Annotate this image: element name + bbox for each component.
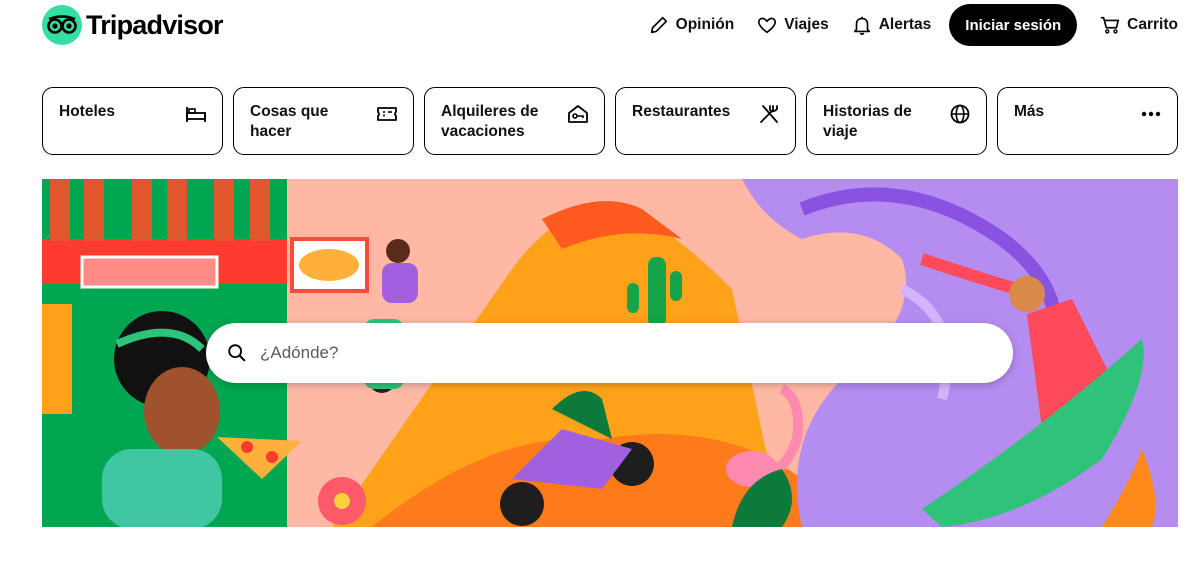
- cart-label: Carrito: [1127, 16, 1178, 33]
- house-key-icon: [568, 105, 588, 123]
- top-nav: Opinión Viajes Alertas Iniciar sesión Ca…: [626, 4, 1178, 46]
- category-label: Restaurantes: [632, 103, 731, 120]
- brand-name: Tripadvisor: [86, 9, 224, 40]
- search-bar[interactable]: [206, 323, 1013, 383]
- category-label: Más: [1014, 103, 1045, 120]
- bell-icon: [853, 16, 870, 35]
- globe-icon: [950, 104, 970, 124]
- cart-icon: [1101, 16, 1120, 34]
- alerts-label: Alertas: [878, 16, 932, 33]
- category-travel-stories[interactable]: Historias de viaje: [806, 87, 987, 155]
- category-restaurants[interactable]: Restaurantes: [615, 87, 796, 155]
- category-label: Cosas que hacer: [250, 103, 329, 140]
- bed-icon: [186, 107, 206, 122]
- review-link[interactable]: Opinión: [648, 14, 735, 36]
- category-more[interactable]: Más: [997, 87, 1178, 155]
- review-label: Opinión: [675, 16, 735, 33]
- trips-link[interactable]: Viajes: [756, 14, 829, 36]
- owl-logo-icon: [42, 5, 82, 45]
- category-label: Historias de viaje: [823, 103, 912, 140]
- cart-link[interactable]: Carrito: [1099, 14, 1178, 36]
- top-header: Tripadvisor Opinión Viajes Alertas Inici…: [0, 0, 1202, 52]
- trips-label: Viajes: [784, 16, 829, 33]
- category-label: Alquileres de vacaciones: [441, 103, 539, 140]
- search-icon: [228, 344, 246, 362]
- signin-button[interactable]: Iniciar sesión: [949, 4, 1078, 46]
- category-hotels[interactable]: Hoteles: [42, 87, 223, 155]
- search-input[interactable]: [260, 343, 960, 363]
- alerts-link[interactable]: Alertas: [851, 14, 932, 36]
- category-label: Hoteles: [59, 103, 115, 120]
- category-things-to-do[interactable]: Cosas que hacer: [233, 87, 414, 155]
- category-vacation-rentals[interactable]: Alquileres de vacaciones: [424, 87, 605, 155]
- category-bar: Hoteles Cosas que hacer Alquileres de va…: [42, 87, 1178, 155]
- more-dots-icon: [1141, 111, 1161, 117]
- pencil-icon: [650, 16, 667, 34]
- ticket-icon: [377, 107, 397, 121]
- hero-banner: [42, 179, 1178, 527]
- tripadvisor-logo[interactable]: Tripadvisor: [42, 5, 224, 45]
- heart-icon: [758, 17, 777, 34]
- fork-knife-icon: [760, 105, 778, 123]
